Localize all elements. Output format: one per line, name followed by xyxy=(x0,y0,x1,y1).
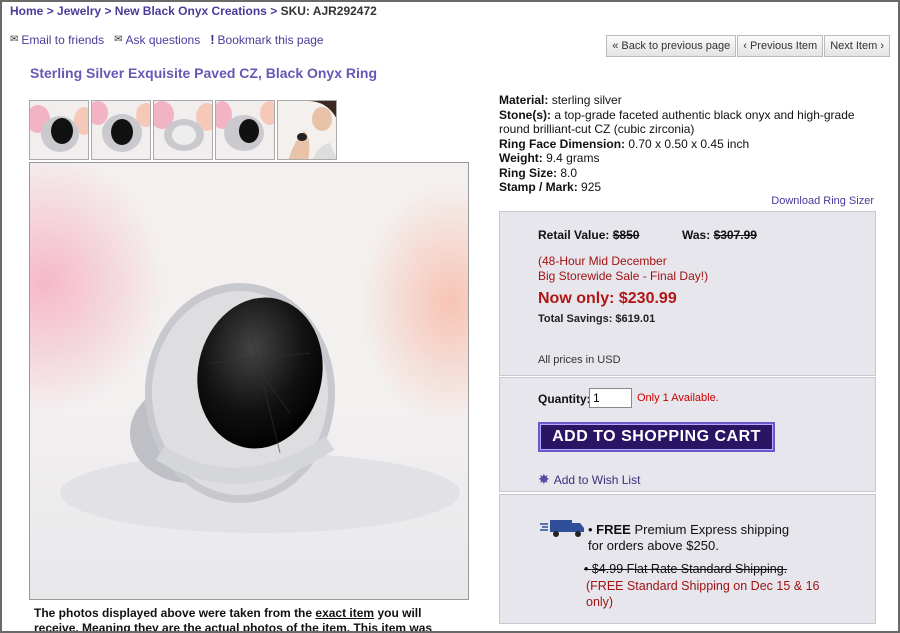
thumbnail-3[interactable] xyxy=(153,100,213,160)
was-amount: $307.99 xyxy=(713,228,757,242)
thumbnail-5[interactable] xyxy=(277,100,337,160)
envelope-icon: ✉ xyxy=(114,34,123,45)
flat-rate-shipping: • $4.99 Flat Rate Standard Shipping. xyxy=(584,562,788,576)
ring-angle-image xyxy=(216,101,274,159)
total-savings: Total Savings: $619.01 xyxy=(538,313,656,325)
breadcrumb-separator: > xyxy=(270,4,278,18)
spec-stones: Stone(s): a top-grade faceted authentic … xyxy=(499,107,855,137)
wishlist-label: Add to Wish List xyxy=(553,472,641,487)
sale-notice: (48-Hour Mid December Big Storewide Sale… xyxy=(538,254,709,283)
email-icon: ✉ xyxy=(10,34,19,45)
availability-note: Only 1 Available. xyxy=(637,392,719,404)
download-ring-sizer-link[interactable]: Download Ring Sizer xyxy=(771,195,874,207)
next-item-button[interactable]: Next Item › xyxy=(824,35,890,57)
model-hand-image xyxy=(278,101,336,159)
quantity-input[interactable] xyxy=(589,388,632,408)
thumbnail-1[interactable] xyxy=(29,100,89,160)
free-word: FREE xyxy=(596,522,631,537)
retail-price: $850 xyxy=(612,228,640,242)
product-title: Sterling Silver Exquisite Paved CZ, Blac… xyxy=(30,65,377,81)
current-price: Now only: $230.99 xyxy=(538,290,677,307)
ring-top-image xyxy=(92,101,150,159)
free-standard-shipping: (FREE Standard Shipping on Dec 15 & 16 o… xyxy=(586,579,820,609)
ask-questions-link[interactable]: ✉ Ask questions xyxy=(114,32,200,47)
ask-questions-label: Ask questions xyxy=(125,32,201,47)
spec-stamp: Stamp / Mark: 925 xyxy=(499,180,602,194)
sparkle-icon: ✸ xyxy=(538,471,550,487)
email-friends-label: Email to friends xyxy=(21,32,105,47)
breadcrumb-separator: > xyxy=(104,4,112,18)
photo-disclaimer: The photos displayed above were taken fr… xyxy=(34,606,464,631)
quantity-label: Quantity: xyxy=(538,392,591,406)
add-to-cart-button[interactable]: ADD TO SHOPPING CART xyxy=(538,422,775,452)
thumbnail-strip xyxy=(29,100,337,160)
thumbnail-4[interactable] xyxy=(215,100,275,160)
cart-panel: Quantity: Only 1 Available. ADD TO SHOPP… xyxy=(499,377,876,492)
breadcrumb-separator: > xyxy=(46,4,54,18)
back-button[interactable]: « Back to previous page xyxy=(606,35,737,57)
ring-side-image xyxy=(154,101,212,159)
utility-links: ✉ Email to friends ✉ Ask questions ! Boo… xyxy=(10,32,324,47)
page-frame: Home > Jewelry > New Black Onyx Creation… xyxy=(0,0,900,633)
spec-ring-size: Ring Size: 8.0 xyxy=(499,165,578,180)
shipping-panel: • FREE Premium Express shipping for orde… xyxy=(499,494,876,624)
bookmark-label: Bookmark this page xyxy=(217,32,324,47)
ring-main-image xyxy=(30,163,468,599)
free-shipping-offer: • FREE Premium Express shipping for orde… xyxy=(588,522,790,553)
thumbnail-2[interactable] xyxy=(91,100,151,160)
exclamation-icon: ! xyxy=(210,32,215,47)
disclaimer-part1: The photos displayed above were taken fr… xyxy=(34,606,313,620)
breadcrumb-home[interactable]: Home xyxy=(10,4,43,18)
price-panel: Retail Value: $850 Was: $307.99 (48-Hour… xyxy=(499,211,876,376)
truck-icon xyxy=(540,520,584,537)
breadcrumb-jewelry[interactable]: Jewelry xyxy=(57,4,101,18)
item-navigation: « Back to previous page ‹ Previous Item … xyxy=(605,35,890,57)
bookmark-link[interactable]: ! Bookmark this page xyxy=(210,32,323,47)
email-friends-link[interactable]: ✉ Email to friends xyxy=(10,32,104,47)
breadcrumb-category[interactable]: New Black Onyx Creations xyxy=(115,4,267,18)
breadcrumb-sku: SKU: AJR292472 xyxy=(280,4,377,18)
previous-item-button[interactable]: ‹ Previous Item xyxy=(737,35,824,57)
product-specs: Material: sterling silver Stone(s): a to… xyxy=(499,93,879,195)
add-to-wishlist-link[interactable]: ✸ Add to Wish List xyxy=(538,471,640,488)
was-price: Was: $307.99 xyxy=(682,228,757,242)
spec-material: Material: sterling silver xyxy=(499,93,622,107)
spec-weight: Weight: 9.4 grams xyxy=(499,151,600,165)
exact-item-link[interactable]: exact item xyxy=(315,606,374,620)
retail-value: Retail Value: $850 xyxy=(538,228,640,242)
breadcrumb: Home > Jewelry > New Black Onyx Creation… xyxy=(10,4,377,18)
ring-front-image xyxy=(30,101,88,159)
currency-note: All prices in USD xyxy=(538,354,621,366)
spec-face-dimension: Ring Face Dimension: 0.70 x 0.50 x 0.45 … xyxy=(499,136,750,151)
main-product-photo[interactable] xyxy=(29,162,469,600)
